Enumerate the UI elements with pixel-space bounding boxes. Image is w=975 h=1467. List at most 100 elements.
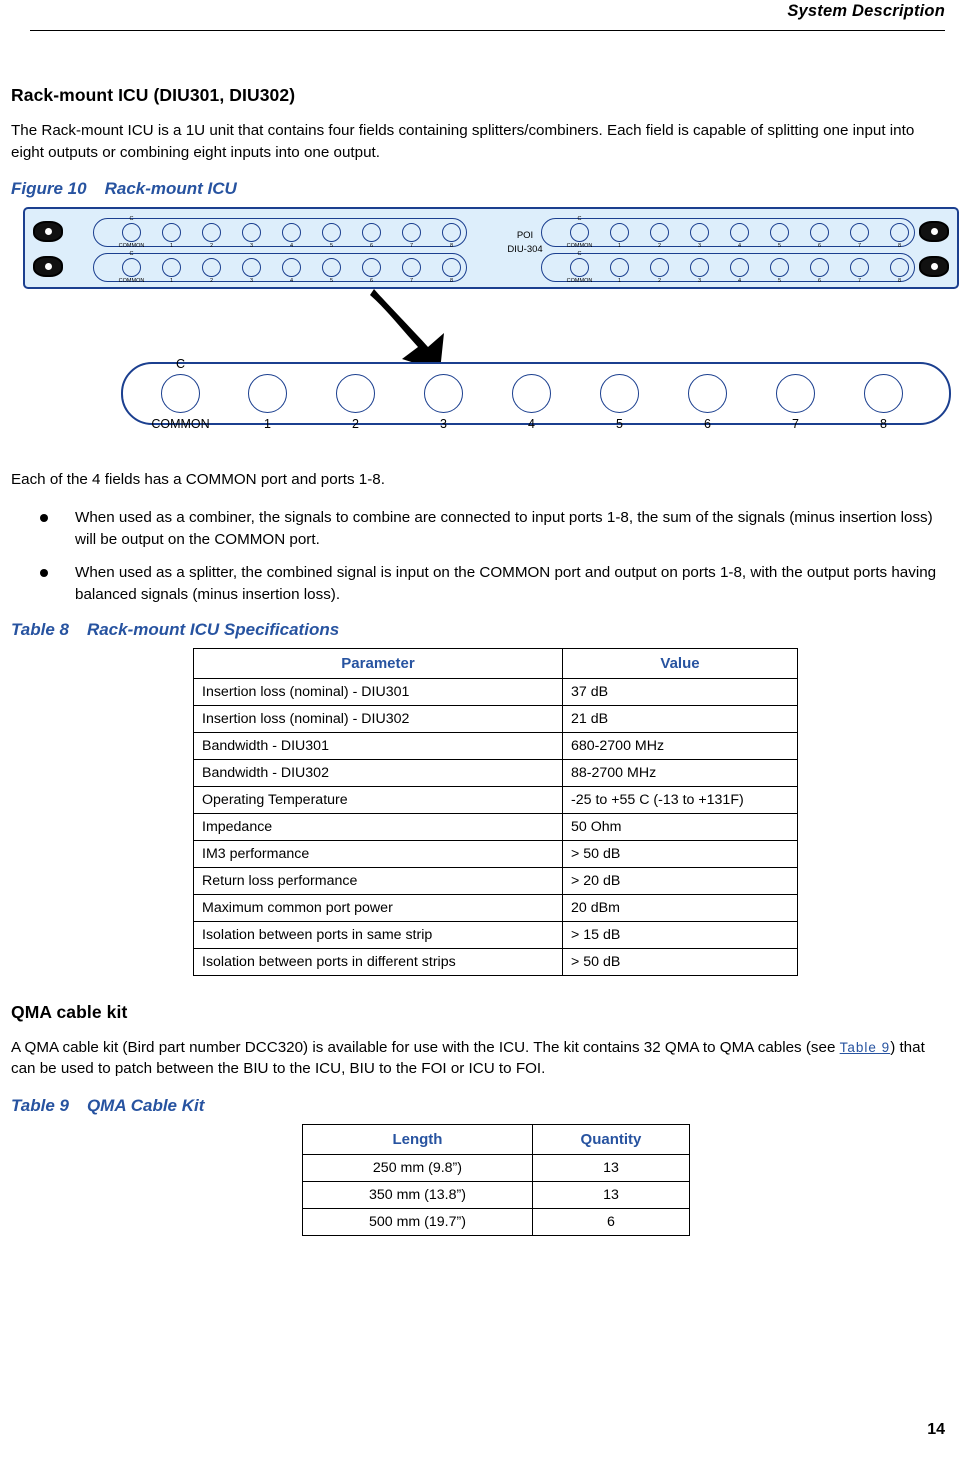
rack-unit-chassis: C COMMON 1 2 3 4 5 6 7 8 C COMMON 1 2 3 …	[23, 207, 959, 290]
strip-1-port-7-label: 7	[409, 243, 414, 250]
strip-2-port-8-label: 8	[449, 278, 454, 285]
table-8-caption: Table 8 Rack-mount ICU Specifications	[11, 620, 945, 640]
strip-4-port-6: 6	[810, 258, 829, 284]
zoom-port-4: 4	[512, 374, 551, 431]
strip-4-common-c: C	[577, 251, 582, 258]
rack-screw-bottom-left	[33, 256, 63, 278]
table-row: Operating Temperature -25 to +55 C (-13 t…	[193, 785, 798, 814]
strip-2-port-1-label: 1	[169, 278, 174, 285]
cell-value: -25 to +55 C (-13 to +131F)	[562, 785, 798, 814]
strip-2-port-2: 2	[202, 258, 221, 284]
strip-4-port-3-label: 3	[697, 278, 702, 285]
strip-1-port-8: 8	[442, 223, 461, 249]
strip-2-port-5: 5	[322, 258, 341, 284]
header-title: System Description	[787, 2, 945, 20]
splitter-strip-4: C COMMON 1 2 3 4 5 6 7 8	[541, 251, 915, 285]
rack-screw-top-left	[33, 221, 63, 243]
cell-value: 50 Ohm	[562, 812, 798, 841]
strip-4-port-2: 2	[650, 258, 669, 284]
zoom-port-7-label: 7	[792, 417, 799, 432]
table-row: Isolation between ports in same strip > 1…	[193, 920, 798, 949]
strip-3-port-4: 4	[730, 223, 749, 249]
strip-1-common-c: C	[129, 216, 134, 223]
cell-quantity: 13	[531, 1181, 691, 1210]
strip-3-port-5: 5	[770, 223, 789, 249]
table-9-caption: Table 9 QMA Cable Kit	[11, 1096, 945, 1116]
zoom-port-8: 8	[864, 374, 903, 431]
cell-parameter: Operating Temperature	[193, 785, 563, 814]
strip-2-port-2-label: 2	[209, 278, 214, 285]
cell-parameter: Return loss performance	[193, 866, 563, 895]
rack-mount-icu-specifications-table: Parameter Value Insertion loss (nominal)…	[193, 647, 798, 976]
strip-4-port-5-label: 5	[777, 278, 782, 285]
splitter-strip-1: C COMMON 1 2 3 4 5 6 7 8	[93, 216, 467, 250]
section-heading: Rack-mount ICU (DIU301, DIU302)	[11, 85, 296, 105]
strip-3-port-8: 8	[890, 223, 909, 249]
strip-1-port-4: 4	[282, 223, 301, 249]
column-header-parameter: Parameter	[193, 647, 563, 679]
cell-value: 88-2700 MHz	[562, 758, 798, 787]
cell-parameter: Insertion loss (nominal) - DIU302	[193, 704, 563, 733]
strip-1-port-2: 2	[202, 223, 221, 249]
strip-3-port-1: 1	[610, 223, 629, 249]
strip-2-port-7: 7	[402, 258, 421, 284]
table-row: Isolation between ports in different str…	[193, 947, 798, 976]
strip-3-port-2-label: 2	[657, 243, 662, 250]
table-row: 500 mm (19.7”) 6	[302, 1208, 691, 1237]
strip-3-port-7-label: 7	[857, 243, 862, 250]
strip-2-port-4: 4	[282, 258, 301, 284]
table-row: Bandwidth - DIU302 88-2700 MHz	[193, 758, 798, 787]
strip-2-port-7-label: 7	[409, 278, 414, 285]
cell-quantity: 6	[531, 1208, 691, 1237]
cell-parameter: Impedance	[193, 812, 563, 841]
column-header-quantity: Quantity	[531, 1124, 691, 1156]
page-content: Rack-mount ICU (DIU301, DIU302) The Rack…	[11, 85, 959, 1237]
strip-2-common-c: C	[129, 251, 134, 258]
strip-1-port-7: 7	[402, 223, 421, 249]
qma-cable-kit-table: Length Quantity 250 mm (9.8”) 13 350 mm (…	[302, 1124, 691, 1237]
cell-value: 20 dBm	[562, 893, 798, 922]
cell-length: 350 mm (13.8”)	[302, 1181, 533, 1210]
strip-1-port-6-label: 6	[369, 243, 374, 250]
zoom-port-5-label: 5	[616, 417, 623, 432]
table-row: Insertion loss (nominal) - DIU301 37 dB	[193, 677, 798, 706]
qma-section-heading: QMA cable kit	[11, 1001, 128, 1022]
strip-4-port-7-label: 7	[857, 278, 862, 285]
cell-parameter: Isolation between ports in different str…	[193, 947, 563, 976]
bullet-splitter: When used as a splitter, the combined si…	[11, 562, 945, 606]
strip-2-port-6-label: 6	[369, 278, 374, 285]
strip-1-port-5: 5	[322, 223, 341, 249]
column-header-length: Length	[302, 1124, 533, 1156]
strip-2-port-4-label: 4	[289, 278, 294, 285]
table-row: Bandwidth - DIU301 680-2700 MHz	[193, 731, 798, 760]
strip-4-port-2-label: 2	[657, 278, 662, 285]
strip-1-port-1-label: 1	[169, 243, 174, 250]
page-header: System Description	[30, 0, 945, 34]
table-row: IM3 performance > 50 dB	[193, 839, 798, 868]
strip-4-port-6-label: 6	[817, 278, 822, 285]
strip-3-port-8-label: 8	[897, 243, 902, 250]
cell-value: > 50 dB	[562, 947, 798, 976]
qma-paragraph: A QMA cable kit (Bird part number DCC320…	[11, 1037, 945, 1080]
zoom-port-1: 1	[248, 374, 287, 431]
strip-1-port-8-label: 8	[449, 243, 454, 250]
table-row: Maximum common port power 20 dBm	[193, 893, 798, 922]
zoom-port-6: 6	[688, 374, 727, 431]
table-9-crossreference-link[interactable]: Table 9	[840, 1040, 891, 1055]
table-row: 350 mm (13.8”) 13	[302, 1181, 691, 1210]
strip-2-port-3-label: 3	[249, 278, 254, 285]
strip-1-common-label: COMMON	[118, 243, 145, 250]
zoom-port-2: 2	[336, 374, 375, 431]
cell-parameter: Bandwidth - DIU301	[193, 731, 563, 760]
zoom-port-6-label: 6	[704, 417, 711, 432]
cell-value: > 50 dB	[562, 839, 798, 868]
table-row: Return loss performance > 20 dB	[193, 866, 798, 895]
figure-10-title: Rack-mount ICU	[104, 179, 237, 199]
strip-3-port-3-label: 3	[697, 243, 702, 250]
cell-length: 250 mm (9.8”)	[302, 1154, 533, 1183]
zoom-common-label: COMMON	[151, 417, 210, 432]
splitter-strip-3: C COMMON 1 2 3 4 5 6 7 8	[541, 216, 915, 250]
page-number: 14	[927, 1421, 945, 1438]
strip-4-port-3: 3	[690, 258, 709, 284]
cell-value: > 20 dB	[562, 866, 798, 895]
